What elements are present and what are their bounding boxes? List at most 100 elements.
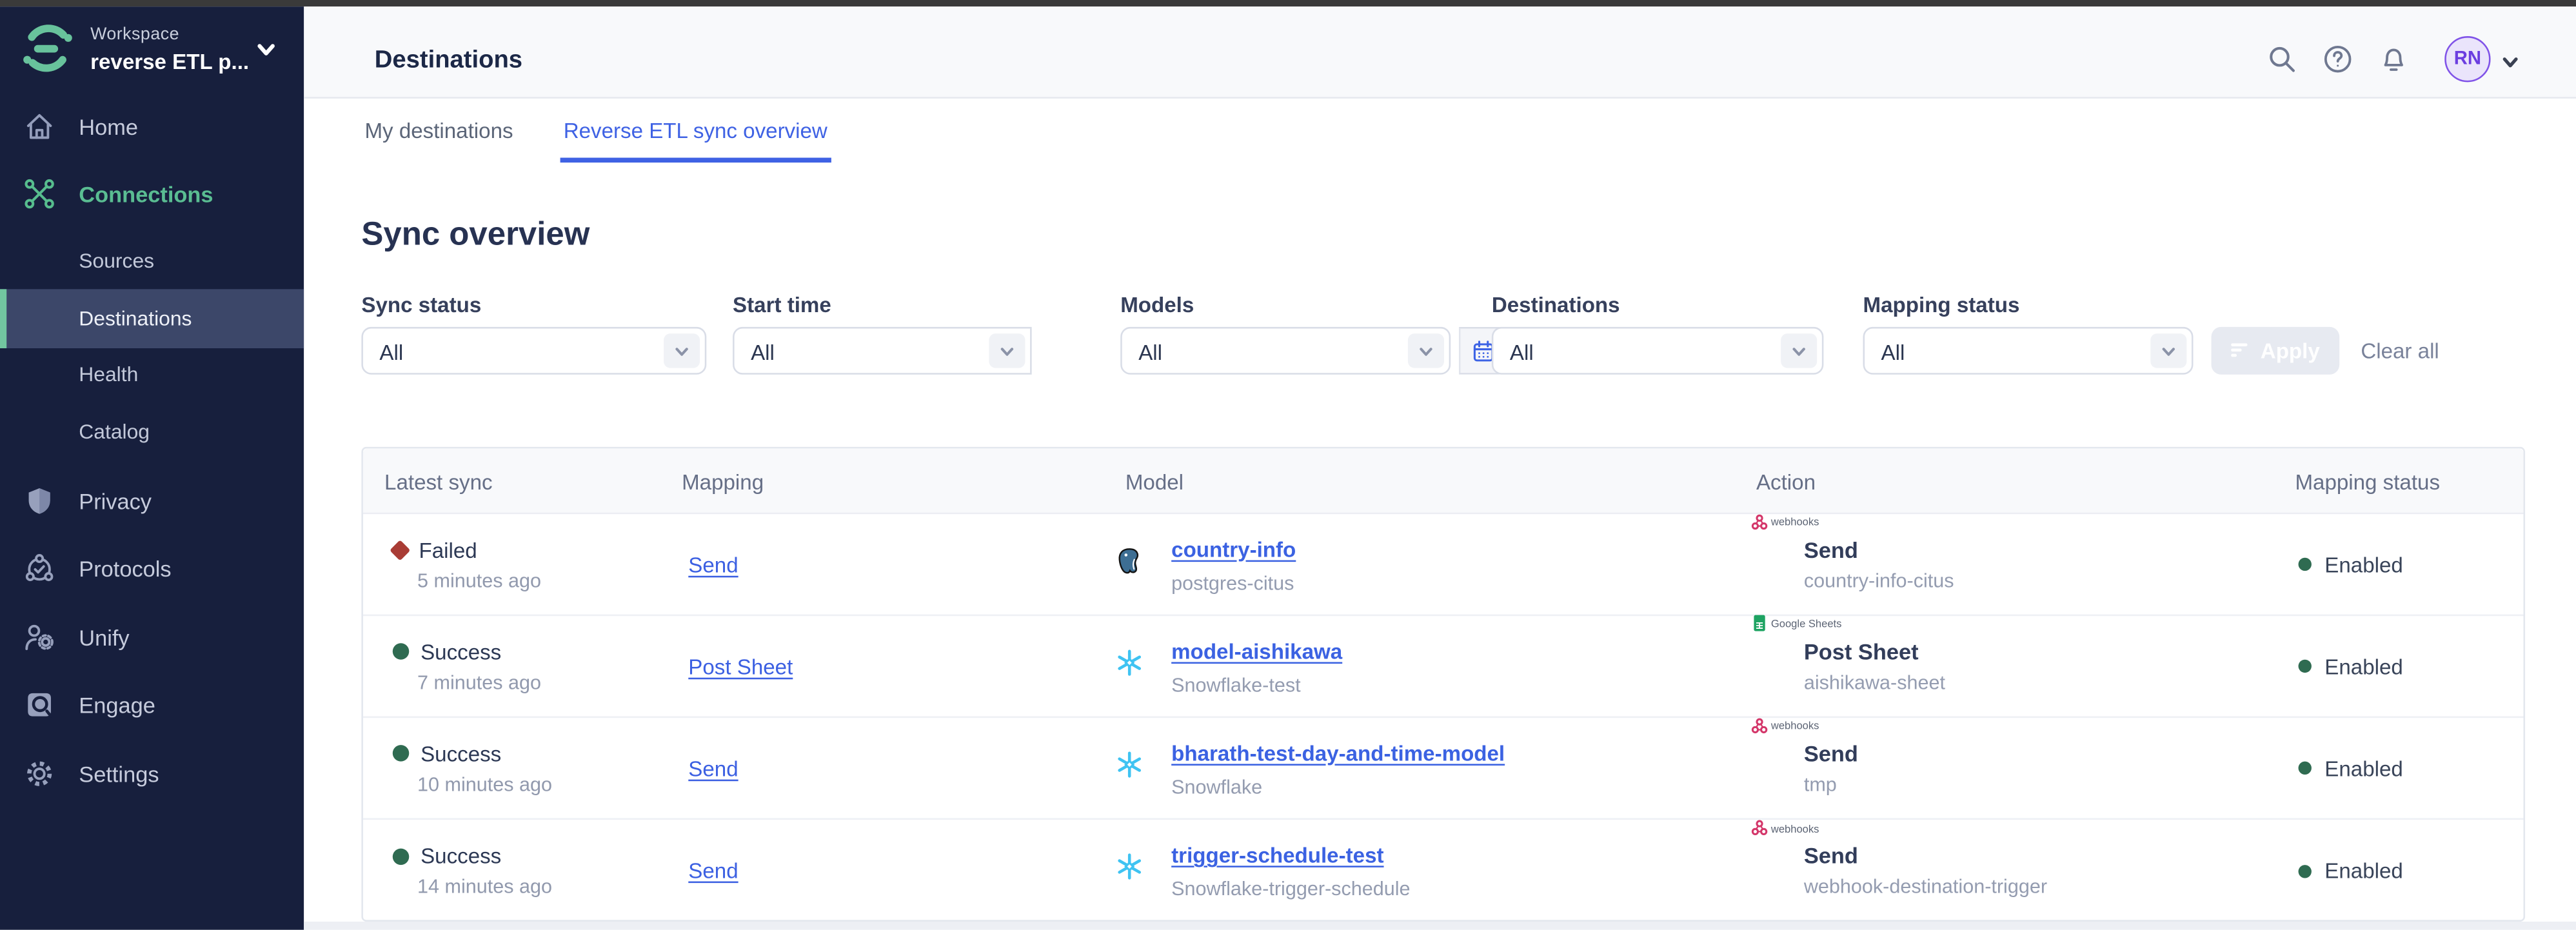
sidebar-item-catalog[interactable]: Catalog — [0, 402, 304, 462]
sidebar-item-engage[interactable]: Engage — [0, 675, 304, 735]
sidebar-item-protocols[interactable]: Protocols — [0, 539, 304, 598]
mapping-status-text: Enabled — [2324, 858, 2403, 883]
sidebar-item-home[interactable]: Home — [0, 97, 304, 156]
chevron-down-icon[interactable] — [1781, 333, 1817, 368]
action-logo: webhooks — [1751, 712, 1819, 742]
latest-sync-cell: Failed 5 minutes ago — [393, 537, 541, 591]
column-header: Action — [1756, 470, 1816, 494]
apply-button[interactable]: Apply — [2212, 327, 2340, 375]
sync-time: 7 minutes ago — [417, 670, 541, 693]
active-tab-underline — [560, 158, 831, 162]
sidebar-item-settings[interactable]: Settings — [0, 744, 304, 804]
filter-label: Sync status — [361, 292, 481, 317]
destinations-select[interactable]: All — [1492, 327, 1824, 375]
sync-time: 5 minutes ago — [417, 568, 541, 591]
sidebar-item-sources[interactable]: Sources — [0, 232, 304, 291]
model-cell: bharath-test-day-and-time-model Snowflak… — [1171, 738, 1505, 798]
column-header: Mapping status — [2295, 470, 2440, 494]
sidebar-item-label: Unify — [79, 625, 129, 649]
section-heading: Sync overview — [361, 217, 590, 255]
model-cell: model-aishikawa Snowflake-test — [1171, 637, 1342, 696]
table-header: Latest sync Mapping Model Action Mapping… — [363, 448, 2524, 514]
action-target: tmp — [1804, 772, 1858, 795]
select-value: All — [1510, 340, 1534, 364]
tab-my-destinations[interactable]: My destinations — [364, 118, 513, 143]
sidebar-item-privacy[interactable]: Privacy — [0, 471, 304, 531]
action-name: Send — [1804, 537, 1954, 562]
workspace-switcher[interactable]: Workspace reverse ETL p... — [0, 16, 304, 85]
model-link[interactable]: bharath-test-day-and-time-model — [1171, 740, 1505, 765]
engage-icon — [23, 688, 56, 721]
sidebar-item-label: Engage — [79, 693, 155, 717]
apply-label: Apply — [2261, 339, 2320, 363]
chevron-down-icon[interactable] — [989, 333, 1025, 368]
failed-status-icon — [390, 539, 410, 560]
webhooks-icon — [1751, 508, 1767, 538]
sidebar-item-unify[interactable]: Unify — [0, 608, 304, 667]
filter-label: Mapping status — [1863, 292, 2020, 317]
sync-time: 14 minutes ago — [417, 875, 552, 898]
select-value: All — [379, 340, 403, 364]
filter-label: Models — [1120, 292, 1194, 317]
tab-reverse-etl-sync-overview[interactable]: Reverse ETL sync overview — [564, 118, 827, 143]
model-link[interactable]: model-aishikawa — [1171, 638, 1342, 663]
chevron-down-icon[interactable] — [2501, 51, 2521, 81]
sidebar-item-health[interactable]: Health — [0, 345, 304, 404]
table-row: Success 14 minutes ago Send trigger-sche… — [363, 820, 2524, 922]
model-source: Snowflake-trigger-schedule — [1171, 877, 1410, 900]
enabled-status-icon — [2299, 558, 2312, 571]
select-value: All — [1881, 340, 1905, 364]
bell-icon[interactable] — [2379, 45, 2408, 74]
chevron-down-icon[interactable] — [2150, 333, 2186, 368]
avatar[interactable]: RN — [2444, 36, 2490, 82]
main-content: Sync overview Sync status All Start time… — [304, 163, 2576, 930]
model-cell: trigger-schedule-test Snowflake-trigger-… — [1171, 841, 1410, 900]
connections-icon — [23, 177, 56, 210]
action-logo-label: webhooks — [1771, 824, 1819, 835]
webhooks-icon — [1751, 815, 1767, 844]
model-link[interactable]: country-info — [1171, 537, 1296, 561]
sidebar-item-destinations[interactable]: Destinations — [0, 289, 304, 348]
sidebar-item-connections[interactable]: Connections — [0, 164, 304, 224]
filter-icon — [2231, 339, 2251, 363]
chevron-down-icon[interactable] — [1408, 333, 1444, 368]
action-name: Send — [1804, 741, 1858, 766]
mapping-link[interactable]: Send — [688, 552, 738, 577]
chevron-down-icon[interactable] — [255, 38, 278, 69]
sync-status-text: Failed — [419, 537, 477, 562]
column-header: Model — [1125, 470, 1184, 494]
action-name: Send — [1804, 844, 2047, 868]
action-cell: Send country-info-citus — [1804, 537, 1954, 591]
chevron-down-icon[interactable] — [664, 333, 700, 368]
mapping-link[interactable]: Send — [688, 858, 738, 883]
mapping-status-text: Enabled — [2324, 654, 2403, 678]
mapping-status-select[interactable]: All — [1863, 327, 2194, 375]
google-sheets-icon — [1751, 610, 1767, 640]
shield-icon — [23, 484, 56, 517]
column-header: Mapping — [682, 470, 764, 494]
action-logo-label: Google Sheets — [1771, 619, 1842, 631]
sidebar-item-label: Protocols — [79, 556, 171, 580]
search-icon[interactable] — [2267, 45, 2297, 74]
home-icon — [23, 110, 56, 143]
snowflake-icon — [1116, 750, 1144, 778]
sync-status-select[interactable]: All — [361, 327, 706, 375]
model-link[interactable]: trigger-schedule-test — [1171, 843, 1383, 867]
column-header: Latest sync — [384, 470, 493, 494]
select-value: All — [1138, 340, 1162, 364]
enabled-status-icon — [2299, 762, 2312, 775]
models-select[interactable]: All — [1120, 327, 1451, 375]
action-logo: webhooks — [1751, 815, 1819, 844]
clear-all-link[interactable]: Clear all — [2361, 339, 2439, 363]
help-icon[interactable] — [2323, 45, 2353, 74]
mapping-status-cell: Enabled — [2299, 756, 2403, 780]
latest-sync-cell: Success 10 minutes ago — [393, 741, 552, 795]
sidebar-item-label: Sources — [79, 250, 154, 273]
sidebar-item-label: Connections — [79, 181, 213, 206]
mapping-link[interactable]: Post Sheet — [688, 654, 793, 678]
postgresql-icon — [1116, 546, 1144, 574]
select-value: All — [751, 340, 775, 364]
sync-status-text: Success — [421, 639, 501, 664]
mapping-link[interactable]: Send — [688, 756, 738, 780]
start-time-select[interactable]: All — [733, 327, 1032, 375]
